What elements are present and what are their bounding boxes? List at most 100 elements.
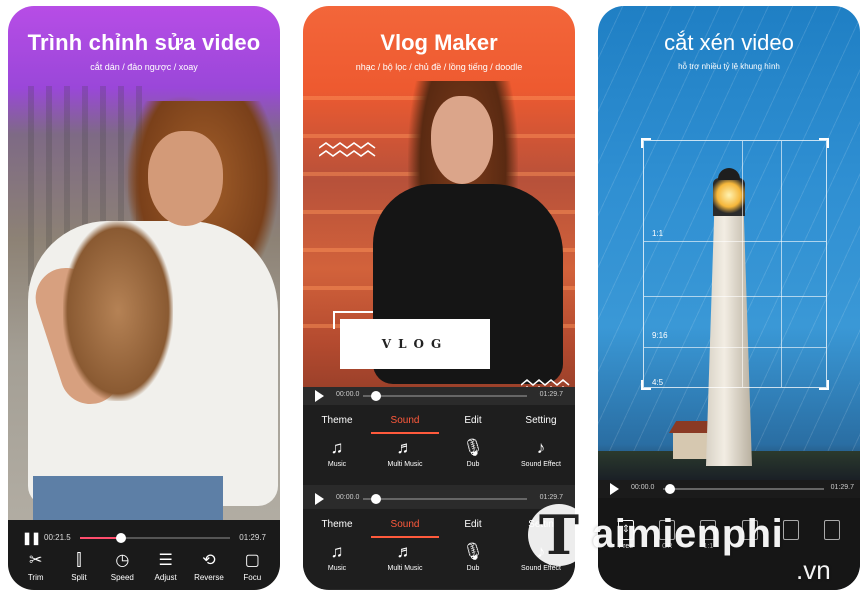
focus-icon: ▢ bbox=[244, 552, 260, 569]
crop-handle-bottom-left[interactable] bbox=[641, 380, 651, 390]
play-icon[interactable] bbox=[610, 483, 619, 495]
play-icon[interactable] bbox=[315, 390, 324, 402]
item-label: Sound Effect bbox=[521, 461, 561, 468]
progress-track[interactable] bbox=[80, 533, 230, 543]
woman-face bbox=[148, 131, 223, 226]
tab-bar: Theme Sound Edit Setting bbox=[303, 405, 575, 435]
current-time: 00:00.0 bbox=[631, 484, 655, 491]
split-icon: ⫿ bbox=[76, 552, 82, 569]
scissors-icon: ✂ bbox=[28, 552, 43, 569]
item-label: Dub bbox=[466, 565, 480, 572]
watermark-logo: T bbox=[528, 504, 590, 566]
woman-face bbox=[431, 96, 493, 184]
focus-button[interactable]: ▢ Focu bbox=[231, 550, 274, 582]
split-button[interactable]: ⫿ Split bbox=[57, 550, 100, 582]
total-time: 01:29.7 bbox=[539, 391, 563, 398]
watermark-brand: aimienphi bbox=[592, 512, 784, 556]
total-time: 01:29.7 bbox=[830, 484, 854, 491]
item-label: Music bbox=[327, 461, 347, 468]
screen-title: Trình chỉnh sửa video bbox=[27, 30, 261, 55]
progress-track[interactable] bbox=[363, 494, 527, 504]
zigzag-sticker-icon[interactable] bbox=[319, 141, 377, 161]
sound-effect-icon: ♪ bbox=[536, 438, 546, 457]
tool-label: Adjust bbox=[154, 573, 177, 582]
multi-music-button[interactable]: ♬ Multi Music bbox=[372, 541, 438, 572]
item-label: Music bbox=[327, 565, 347, 572]
speed-button[interactable]: ◷ Speed bbox=[101, 550, 144, 582]
tool-label: Trim bbox=[27, 573, 44, 582]
tool-bar: ✂ Trim ⫿ Split ◷ Speed ☰ Adjust ⟲ Revers… bbox=[8, 550, 280, 582]
progress-knob[interactable] bbox=[665, 484, 675, 494]
pause-icon[interactable]: ❚❚ bbox=[22, 531, 41, 545]
sound-options: ♫ Music ♬ Multi Music 🎙 Dub ♪ Sound Effect bbox=[303, 437, 575, 468]
video-editor-screen: Trình chỉnh sửa video cắt dán / đảo ngượ… bbox=[8, 6, 280, 590]
multi-music-icon: ♬ bbox=[396, 438, 414, 457]
tab-sound[interactable]: Sound bbox=[371, 415, 439, 434]
screenshot-stage: Trình chỉnh sửa video cắt dán / đảo ngượ… bbox=[0, 0, 865, 592]
screen-subtitle: cắt dán / đảo ngược / xoay bbox=[90, 62, 198, 72]
sound-menu: Theme Sound Edit Setting ♫ Music ♬ Multi M… bbox=[303, 405, 575, 485]
editor-panel: ❚❚ 00:21.5 01:29.7 ✂ Trim ⫿ Split ◷ Spee… bbox=[8, 520, 280, 590]
taimienphi-watermark: T aimienphi .vn bbox=[528, 502, 863, 592]
speed-icon: ◷ bbox=[115, 552, 130, 569]
item-label: Dub bbox=[466, 461, 480, 468]
screen-subtitle: hỗ trợ nhiều tỷ lệ khung hình bbox=[678, 62, 780, 71]
dub-button[interactable]: 🎙 Dub bbox=[440, 541, 506, 572]
tab-theme[interactable]: Theme bbox=[307, 415, 367, 426]
tab-sound[interactable]: Sound bbox=[371, 519, 439, 538]
microphone-icon: 🎙 bbox=[462, 438, 484, 457]
total-time: 01:29.7 bbox=[239, 533, 266, 542]
tool-label: Focu bbox=[243, 573, 262, 582]
progress-fill bbox=[80, 537, 121, 539]
ratio-label: 4:5 bbox=[652, 378, 664, 387]
current-time: 00:21.5 bbox=[44, 533, 71, 542]
current-time: 00:00.0 bbox=[336, 494, 360, 501]
tab-theme[interactable]: Theme bbox=[307, 519, 367, 530]
tool-label: Reverse bbox=[194, 573, 224, 582]
ratio-label: 9:16 bbox=[652, 331, 668, 340]
screen-title: cắt xén video bbox=[664, 30, 794, 55]
reverse-icon: ⟲ bbox=[202, 552, 216, 569]
sound-effect-button[interactable]: ♪ Sound Effect bbox=[508, 437, 574, 468]
current-time: 00:00.0 bbox=[336, 391, 360, 398]
progress-knob[interactable] bbox=[371, 494, 381, 504]
tab-edit[interactable]: Edit bbox=[443, 415, 503, 426]
multi-music-icon: ♬ bbox=[396, 542, 414, 561]
progress-track[interactable] bbox=[663, 484, 824, 494]
adjust-icon: ☰ bbox=[158, 552, 173, 569]
progress-knob[interactable] bbox=[371, 391, 381, 401]
crop-handle-top-right[interactable] bbox=[819, 138, 829, 148]
tab-edit[interactable]: Edit bbox=[443, 519, 503, 530]
vlog-title-sticker[interactable]: VLOG bbox=[340, 319, 490, 369]
screen-title: Vlog Maker bbox=[380, 30, 498, 55]
adjust-button[interactable]: ☰ Adjust bbox=[144, 550, 187, 582]
total-time: 01:29.7 bbox=[539, 494, 563, 501]
player-bar: 00:00.0 01:29.7 bbox=[303, 387, 575, 405]
crop-vertical-guide bbox=[742, 141, 743, 387]
reverse-button[interactable]: ⟲ Reverse bbox=[187, 550, 230, 582]
watermark-domain: .vn bbox=[796, 555, 831, 585]
woman-jeans bbox=[33, 476, 223, 526]
ratio-label: 1:1 bbox=[652, 229, 664, 238]
tool-label: Split bbox=[71, 573, 87, 582]
music-button[interactable]: ♫ Music bbox=[304, 437, 370, 468]
music-icon: ♫ bbox=[330, 438, 344, 457]
play-icon[interactable] bbox=[315, 493, 324, 505]
crop-handle-bottom-right[interactable] bbox=[819, 380, 829, 390]
item-label: Multi Music bbox=[387, 461, 423, 468]
crop-handle-top-left[interactable] bbox=[641, 138, 651, 148]
crop-frame[interactable]: 1:1 9:16 4:5 bbox=[641, 138, 829, 390]
microphone-icon: 🎙 bbox=[462, 542, 484, 561]
music-icon: ♫ bbox=[330, 542, 344, 561]
multi-music-button[interactable]: ♬ Multi Music bbox=[372, 437, 438, 468]
progress-knob[interactable] bbox=[115, 533, 126, 543]
trim-button[interactable]: ✂ Trim bbox=[14, 550, 57, 582]
music-button[interactable]: ♫ Music bbox=[304, 541, 370, 572]
ratio-guide-4-5 bbox=[644, 296, 826, 297]
player-bar: 00:00.0 01:29.7 bbox=[598, 480, 860, 498]
ratio-guide-1-1 bbox=[644, 241, 826, 242]
dub-button[interactable]: 🎙 Dub bbox=[440, 437, 506, 468]
tab-setting[interactable]: Setting bbox=[511, 415, 571, 426]
tool-label: Speed bbox=[110, 573, 134, 582]
progress-track[interactable] bbox=[363, 391, 527, 401]
